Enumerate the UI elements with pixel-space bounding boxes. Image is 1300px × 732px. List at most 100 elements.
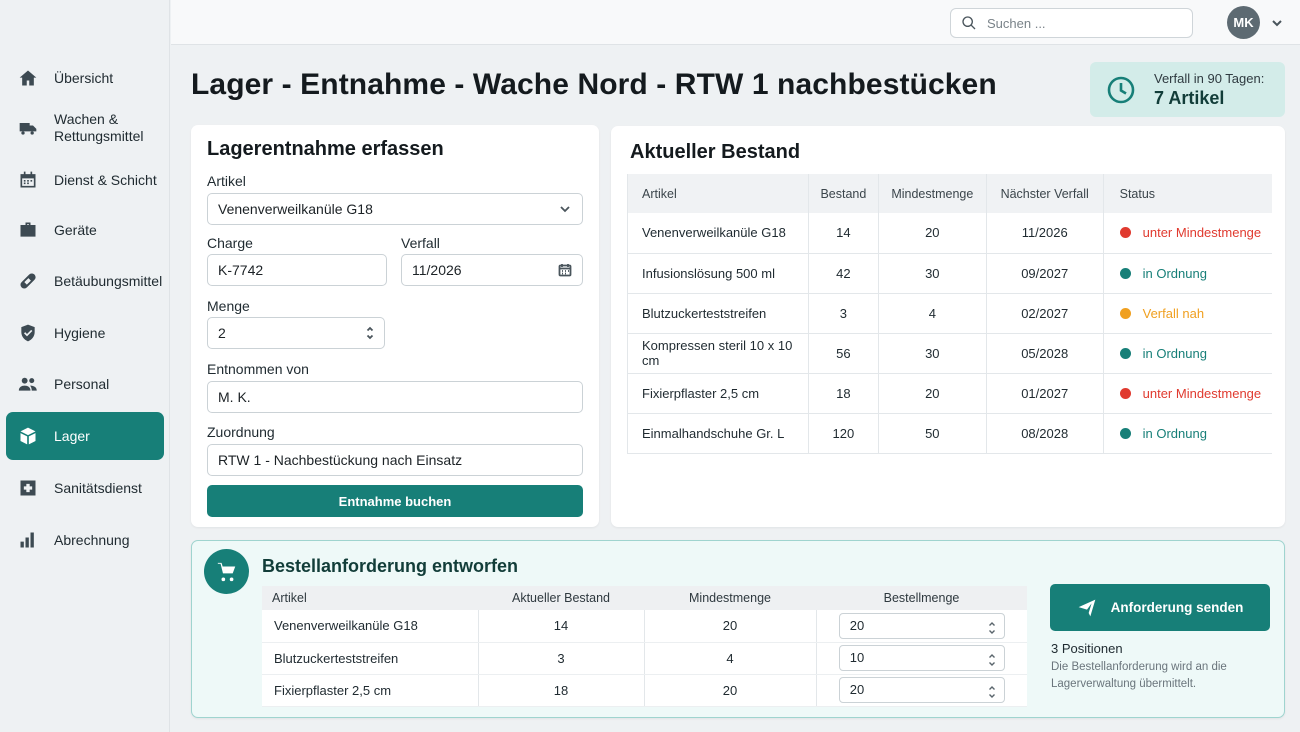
briefcase-icon [18, 220, 38, 240]
sidebar-item-wachen[interactable]: Wachen & Rettungsmittel [6, 104, 164, 152]
stepper-arrows-icon[interactable] [988, 651, 996, 666]
table-cell: Einmalhandschuhe Gr. L [627, 413, 809, 454]
table-cell: 3 [478, 642, 645, 675]
sidebar-item-hygiene[interactable]: Hygiene [6, 309, 164, 357]
order-qty-cell: 20 [816, 674, 1027, 707]
table-cell: Fixierpflaster 2,5 cm [262, 674, 479, 707]
batch-label: Charge [207, 235, 253, 251]
order-table: Artikel Aktueller Bestand Mindestmenge B… [262, 586, 1027, 707]
sidebar-item-uebersicht[interactable]: Übersicht [6, 54, 164, 102]
order-quantity-stepper[interactable]: 20 [838, 677, 1005, 703]
stepper-arrows-icon[interactable] [366, 326, 374, 340]
table-cell: Venenverweilkanüle G18 [627, 213, 809, 254]
column-header: Artikel [262, 586, 478, 610]
home-icon [18, 68, 38, 88]
table-cell: 20 [878, 373, 987, 414]
column-header: Bestellmenge [816, 586, 1027, 610]
status-dot-icon [1119, 227, 1131, 239]
expiry-summary-card[interactable]: Verfall in 90 Tagen: 7 Artikel [1090, 62, 1285, 117]
sidebar-item-personal[interactable]: Personal [6, 360, 164, 408]
table-row[interactable]: Venenverweilkanüle G18 14 20 11/2026 unter M… [627, 213, 1272, 254]
order-quantity-stepper[interactable]: 10 [838, 645, 1005, 671]
sidebar-item-label: Hygiene [54, 324, 106, 341]
withdrawal-form-card: Lagerentnahme erfassen Artikel Venenverw… [191, 125, 599, 527]
taken-by-input[interactable]: M. K. [207, 381, 583, 413]
article-select[interactable]: Venenverweilkanüle G18 [207, 193, 583, 225]
status-cell: unter Mindestmenge [1103, 213, 1272, 254]
sidebar-item-betaeubungsmittel[interactable]: Betäubungsmittel [6, 257, 164, 305]
table-cell: Blutzuckerteststreifen [627, 293, 809, 334]
status-label: in Ordnung [1142, 345, 1207, 361]
table-row[interactable]: Kompressen steril 10 x 10 cm 56 30 05/2028 i… [627, 333, 1272, 374]
sidebar-item-label: Sanitätsdienst [54, 479, 142, 496]
stock-title: Aktueller Bestand [630, 141, 801, 163]
calendar-icon [18, 170, 38, 190]
column-header[interactable]: Artikel [627, 174, 809, 213]
sidebar-item-label: Abrechnung [54, 531, 130, 548]
sidebar-item-sanitaetsdienst[interactable]: Sanitätsdienst [6, 464, 164, 512]
table-cell: 42 [808, 253, 879, 294]
avatar[interactable]: MK [1227, 6, 1260, 39]
table-cell: 50 [878, 413, 987, 454]
quantity-stepper[interactable]: 2 [207, 317, 385, 349]
sidebar: Übersicht Wachen & Rettungsmittel Dienst… [0, 0, 170, 732]
article-label: Artikel [207, 173, 246, 189]
table-row[interactable]: Blutzuckerteststreifen 3 4 02/2027 Verfall n… [627, 293, 1272, 334]
search-input[interactable] [987, 15, 1177, 31]
assignment-value: RTW 1 - Nachbestückung nach Einsatz [218, 452, 463, 468]
table-cell: Fixierpflaster 2,5 cm [627, 373, 809, 414]
stepper-arrows-icon[interactable] [988, 683, 996, 698]
sidebar-item-abrechnung[interactable]: Abrechnung [6, 516, 164, 564]
table-row: Blutzuckerteststreifen 3 4 10 [262, 642, 1027, 675]
batch-input[interactable]: K-7742 [207, 254, 387, 286]
search-box[interactable] [950, 8, 1193, 38]
expiry-date-value: 11/2026 [412, 262, 462, 278]
stepper-arrows-icon[interactable] [988, 619, 996, 634]
status-dot-icon [1119, 307, 1131, 319]
send-request-button[interactable]: Anforderung senden [1050, 584, 1270, 631]
sidebar-item-dienst[interactable]: Dienst & Schicht [6, 156, 164, 204]
order-quantity-stepper[interactable]: 20 [838, 612, 1005, 639]
table-row[interactable]: Einmalhandschuhe Gr. L 120 50 08/2028 in Ord… [627, 413, 1272, 454]
sidebar-item-label: Dienst & Schicht [54, 171, 157, 188]
table-row[interactable]: Infusionslösung 500 ml 42 30 09/2027 in Ordn… [627, 253, 1272, 294]
column-header[interactable]: Status [1103, 174, 1272, 213]
assignment-input[interactable]: RTW 1 - Nachbestückung nach Einsatz [207, 444, 583, 476]
column-header[interactable]: Bestand [808, 174, 879, 213]
sidebar-item-geraete[interactable]: Geräte [6, 206, 164, 254]
column-header[interactable]: Mindestmenge [878, 174, 987, 213]
assignment-label: Zuordnung [207, 424, 275, 440]
medical-cross-icon [18, 478, 38, 498]
calendar-icon[interactable] [558, 263, 572, 277]
table-row[interactable]: Fixierpflaster 2,5 cm 18 20 01/2027 unter Mi… [627, 373, 1272, 414]
expiry-label: Verfall in 90 Tagen: [1154, 70, 1265, 86]
expiry-count: 7 Artikel [1154, 87, 1225, 108]
column-header[interactable]: Nächster Verfall [986, 174, 1104, 213]
table-cell: Infusionslösung 500 ml [627, 253, 809, 294]
shield-icon [18, 323, 38, 343]
table-cell: 120 [808, 413, 879, 454]
expiry-date-input[interactable]: 11/2026 [401, 254, 583, 286]
quantity-value: 2 [218, 325, 226, 341]
order-request-card: Bestellanforderung entworfen Artikel Akt… [191, 540, 1285, 718]
table-cell: Venenverweilkanüle G18 [262, 610, 479, 643]
table-cell: 11/2026 [986, 213, 1104, 254]
book-withdrawal-button[interactable]: Entnahme buchen [207, 485, 583, 517]
box-icon [18, 426, 38, 446]
sidebar-item-lager[interactable]: Lager [6, 412, 164, 460]
table-header-row: Artikel Bestand Mindestmenge Nächster Ve… [627, 174, 1272, 213]
taken-by-label: Entnommen von [207, 361, 309, 377]
chevron-down-icon[interactable] [1271, 16, 1283, 28]
status-label: in Ordnung [1142, 425, 1207, 441]
status-dot-icon [1119, 427, 1131, 439]
status-label: unter Mindestmenge [1142, 385, 1262, 401]
table-cell: 02/2027 [986, 293, 1104, 334]
sidebar-item-label: Betäubungsmittel [54, 272, 163, 289]
order-qty-cell: 20 [816, 610, 1027, 643]
order-quantity-value: 10 [849, 650, 865, 665]
table-cell: 56 [808, 333, 879, 374]
stock-card: Aktueller Bestand Artikel Bestand Mindes… [611, 126, 1285, 527]
pill-icon [18, 271, 38, 291]
status-cell: in Ordnung [1103, 413, 1272, 454]
send-icon [1078, 599, 1095, 616]
